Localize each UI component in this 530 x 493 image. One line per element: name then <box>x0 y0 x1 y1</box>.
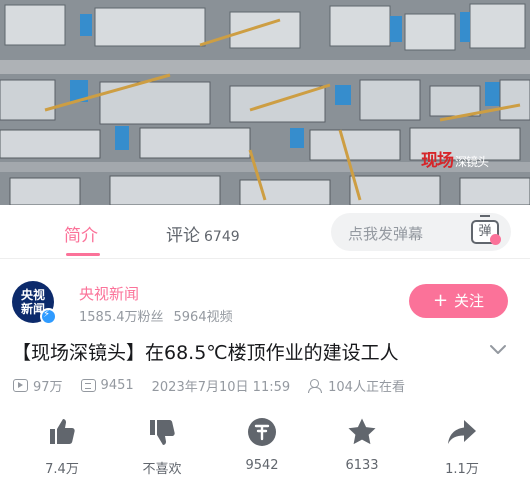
share-icon <box>448 420 476 444</box>
uploader-name[interactable]: 央视新闻 <box>79 283 139 304</box>
tab-bar: 简介 评论 6749 点我发弹幕 弹 <box>0 205 530 259</box>
view-count: 97万 <box>33 379 63 395</box>
tab-comments[interactable]: 评论 6749 <box>166 221 240 246</box>
follow-label: 关注 <box>454 292 485 310</box>
plus-icon: + <box>432 290 449 311</box>
tab-intro[interactable]: 简介 <box>64 221 98 246</box>
watching-count: 104人正在看 <box>328 379 405 395</box>
follow-button[interactable]: + 关注 <box>409 284 508 318</box>
avatar-text-1: 央视 <box>20 288 45 302</box>
fans-count: 1585.4万粉丝 <box>79 310 164 325</box>
video-frame <box>0 0 530 205</box>
verified-badge-icon <box>40 308 57 325</box>
people-icon <box>308 378 324 393</box>
watermark-main: 现场 <box>420 151 454 171</box>
thumbs-up-icon <box>50 419 75 444</box>
danmaku-count: 9451 <box>100 377 134 393</box>
star-icon <box>348 418 376 445</box>
publish-date: 2023年7月10日 11:59 <box>151 379 291 395</box>
action-bar: 7.4万 不喜欢 9542 6133 1.1万 <box>0 416 530 486</box>
comment-count: 6749 <box>204 229 240 245</box>
coin-button[interactable]: 9542 <box>222 416 302 473</box>
video-player[interactable]: 现场 深镜头 <box>0 0 530 205</box>
danmaku-on-indicator <box>490 234 501 245</box>
favorite-button[interactable]: 6133 <box>322 416 402 473</box>
play-count-icon <box>13 378 28 392</box>
dislike-label: 不喜欢 <box>142 462 182 477</box>
video-title: 【现场深镜头】在68.5℃楼顶作业的建设工人 <box>12 342 399 364</box>
favorite-count: 6133 <box>345 458 379 473</box>
dislike-button[interactable]: 不喜欢 <box>122 416 202 477</box>
uploader-stats: 1585.4万粉丝 5964视频 <box>79 306 233 325</box>
active-tab-indicator <box>66 253 100 256</box>
danmaku-toggle-button[interactable]: 弹 <box>459 213 511 251</box>
watermark-sub: 深镜头 <box>454 155 489 169</box>
thumbs-down-icon <box>150 420 175 445</box>
share-count: 1.1万 <box>445 462 479 477</box>
danmaku-placeholder: 点我发弹幕 <box>348 225 424 243</box>
share-button[interactable]: 1.1万 <box>422 416 502 477</box>
video-meta: 97万 9451 2023年7月10日 11:59 104人正在看 <box>13 376 423 395</box>
danmaku-count-icon <box>80 378 96 392</box>
video-count: 5964视频 <box>173 310 233 325</box>
like-button[interactable]: 7.4万 <box>22 416 102 477</box>
like-count: 7.4万 <box>45 462 79 477</box>
chevron-down-icon[interactable] <box>487 338 509 360</box>
avatar[interactable]: 央视 新闻 <box>12 281 57 325</box>
coin-icon <box>248 418 276 446</box>
tab-comments-label: 评论 <box>166 226 200 246</box>
video-watermark: 现场 深镜头 <box>420 146 489 171</box>
coin-count: 9542 <box>245 458 279 473</box>
